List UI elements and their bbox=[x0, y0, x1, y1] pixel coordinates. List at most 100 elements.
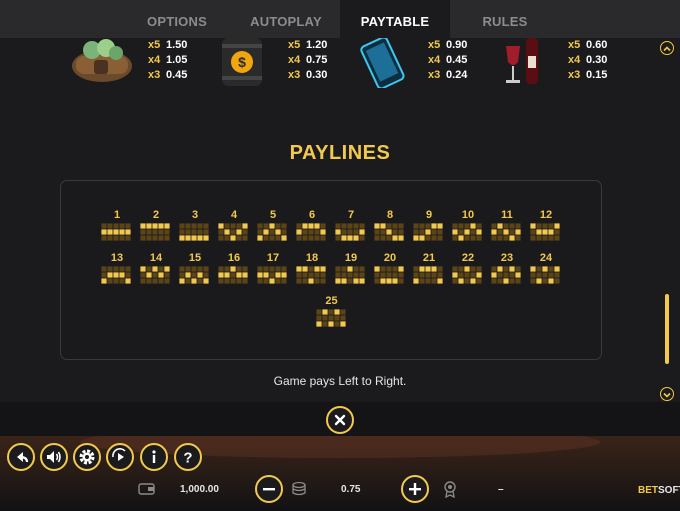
payline-number: 12 bbox=[539, 209, 553, 221]
payline-23: 23 bbox=[491, 252, 523, 284]
scroll-up-button[interactable] bbox=[660, 41, 674, 55]
payline-cell bbox=[203, 229, 209, 235]
autoplay-button[interactable] bbox=[106, 443, 134, 471]
payline-cell bbox=[308, 235, 314, 241]
increase-bet-button[interactable] bbox=[401, 475, 429, 503]
payline-pattern bbox=[296, 266, 326, 284]
payline-cell bbox=[335, 223, 341, 229]
payline-cell bbox=[315, 309, 322, 315]
payline-cell-active bbox=[191, 235, 197, 241]
payline-cell bbox=[281, 266, 287, 272]
payline-cell-active bbox=[464, 229, 470, 235]
payline-21: 21 bbox=[413, 252, 445, 284]
payline-cell-active bbox=[353, 235, 359, 241]
payline-cell bbox=[335, 266, 341, 272]
payline-cell bbox=[339, 315, 346, 321]
payline-cell bbox=[107, 235, 113, 241]
payline-cell bbox=[374, 278, 380, 284]
scrollbar-thumb[interactable] bbox=[665, 294, 669, 364]
payline-cell bbox=[437, 266, 443, 272]
payline-cell-active bbox=[339, 321, 346, 327]
tab-options[interactable]: OPTIONS bbox=[126, 0, 228, 38]
payline-cell bbox=[536, 272, 542, 278]
payline-cell bbox=[425, 272, 431, 278]
payline-cell bbox=[437, 229, 443, 235]
payline-cell bbox=[296, 272, 302, 278]
payline-cell bbox=[113, 235, 119, 241]
payline-cell-active bbox=[218, 223, 224, 229]
payline-15: 15 bbox=[179, 252, 211, 284]
payline-cell-active bbox=[497, 223, 503, 229]
payline-cell bbox=[125, 223, 131, 229]
payline-cell-active bbox=[452, 229, 458, 235]
payline-cell-active bbox=[119, 229, 125, 235]
payline-cell bbox=[452, 235, 458, 241]
payline-cell-active bbox=[302, 223, 308, 229]
wallet-icon bbox=[138, 483, 155, 495]
payline-cell-active bbox=[353, 278, 359, 284]
payline-cell bbox=[458, 229, 464, 235]
tab-paytable[interactable]: PAYTABLE bbox=[340, 0, 450, 38]
info-button[interactable] bbox=[140, 443, 168, 471]
payline-cell-active bbox=[314, 223, 320, 229]
payline-number: 11 bbox=[501, 209, 513, 221]
payline-cell-active bbox=[437, 223, 443, 229]
payline-cell-active bbox=[113, 229, 119, 235]
payline-cell bbox=[275, 223, 281, 229]
payline-cell bbox=[314, 272, 320, 278]
payline-pattern bbox=[374, 266, 404, 284]
paytable-content[interactable]: x5 1.50 x4 1.05 x3 0.45 $ x5 1.20 x4 0.75 x3 0… bbox=[0, 38, 680, 402]
payline-number: 17 bbox=[266, 252, 280, 264]
payline-cell-active bbox=[413, 235, 419, 241]
back-button[interactable] bbox=[7, 443, 35, 471]
payline-cell bbox=[470, 235, 476, 241]
payline-cell bbox=[327, 309, 334, 315]
payline-cell bbox=[425, 235, 431, 241]
payline-cell bbox=[359, 235, 365, 241]
payline-cell-active bbox=[515, 229, 521, 235]
payline-cell bbox=[125, 235, 131, 241]
help-button[interactable]: ? bbox=[174, 443, 202, 471]
scrollbar[interactable] bbox=[665, 58, 669, 385]
payline-cell-active bbox=[380, 278, 386, 284]
payline-cell bbox=[431, 272, 437, 278]
decrease-bet-button[interactable] bbox=[255, 475, 283, 503]
payline-cell bbox=[464, 272, 470, 278]
payline-cell-active bbox=[107, 229, 113, 235]
payline-cell-active bbox=[335, 229, 341, 235]
tab-rules[interactable]: RULES bbox=[450, 0, 560, 38]
payline-10: 10 bbox=[452, 209, 484, 241]
payline-cell bbox=[347, 278, 353, 284]
payline-cell-active bbox=[503, 229, 509, 235]
payline-cell bbox=[314, 235, 320, 241]
payline-cell bbox=[431, 235, 437, 241]
payline-cell bbox=[333, 321, 340, 327]
chevron-down-icon bbox=[663, 392, 671, 398]
payline-cell bbox=[458, 266, 464, 272]
payline-cell bbox=[113, 266, 119, 272]
payline-cell bbox=[437, 235, 443, 241]
settings-button[interactable] bbox=[73, 443, 101, 471]
payline-pattern bbox=[101, 266, 131, 284]
paylines-title: PAYLINES bbox=[289, 142, 391, 164]
scroll-down-button[interactable] bbox=[660, 387, 674, 401]
payline-cell bbox=[119, 223, 125, 229]
payline-number: 22 bbox=[461, 252, 475, 264]
payline-cell bbox=[542, 223, 548, 229]
payline-cell-active bbox=[347, 266, 353, 272]
payline-cell bbox=[119, 235, 125, 241]
payline-cell bbox=[218, 229, 224, 235]
payline-cell bbox=[281, 229, 287, 235]
payline-cell bbox=[257, 266, 263, 272]
pay-multiplier: x5 bbox=[568, 39, 581, 51]
coins-icon bbox=[292, 481, 306, 496]
payline-number: 19 bbox=[344, 252, 358, 264]
payline-cell-active bbox=[269, 278, 275, 284]
sound-button[interactable] bbox=[40, 443, 68, 471]
payline-cell-active bbox=[296, 266, 302, 272]
payline-cell bbox=[509, 223, 515, 229]
tab-autoplay[interactable]: AUTOPLAY bbox=[228, 0, 344, 38]
payline-number: 6 bbox=[308, 209, 316, 221]
close-button[interactable] bbox=[326, 406, 354, 434]
svg-text:?: ? bbox=[183, 450, 192, 467]
